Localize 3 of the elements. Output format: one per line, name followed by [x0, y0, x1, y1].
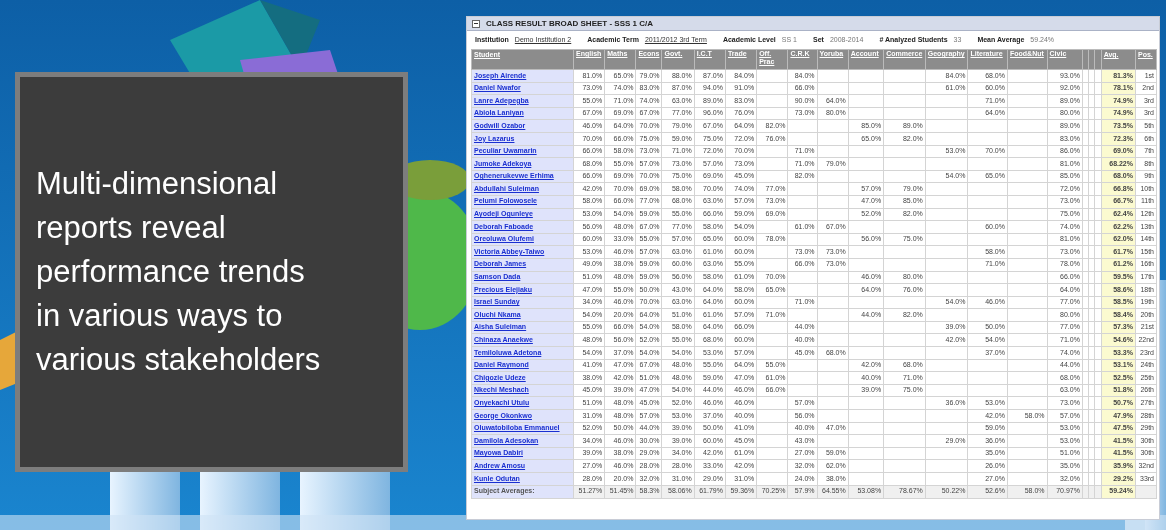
panel-title: CLASS RESULT BROAD SHEET - SSS 1 C/A: [486, 17, 653, 30]
collapse-icon[interactable]: [472, 19, 480, 28]
tagline: Multi-dimensional reports reveal performance trends in various ways to various stakeholders: [36, 165, 322, 379]
